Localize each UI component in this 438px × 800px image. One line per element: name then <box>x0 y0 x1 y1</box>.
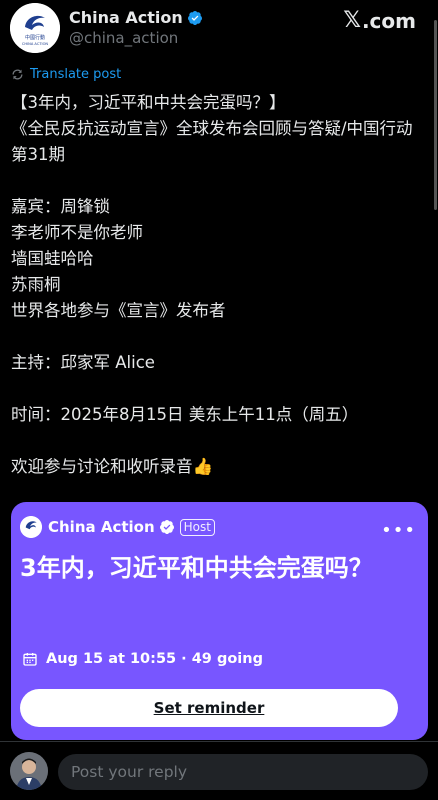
post-line: 欢迎参与讨论和收听录音👍 <box>11 457 214 476</box>
post-line: 主持：邱家军 Alice <box>11 353 155 372</box>
set-reminder-button[interactable]: Set reminder <box>20 689 398 727</box>
space-host-name: China Action <box>48 518 155 536</box>
user-avatar[interactable] <box>10 752 48 790</box>
avatar-text-bottom: CHINA ACTION <box>22 42 49 46</box>
post-line-gap <box>11 324 426 350</box>
post-line: 【3年内，习近平和中共会完蛋吗？】 <box>11 93 286 112</box>
translate-label[interactable]: Translate post <box>30 67 121 82</box>
translate-icon <box>12 69 23 80</box>
space-schedule: Aug 15 at 10:55 · 49 going <box>22 651 263 667</box>
space-card[interactable]: China Action Host ••• 3年内，习近平和中共会完蛋吗？ Au… <box>11 502 428 740</box>
more-dots-icon[interactable]: ••• <box>381 520 416 541</box>
post-line: 苏雨桐 <box>11 275 61 294</box>
post-line: 世界各地参与《宣言》发布者 <box>11 301 226 320</box>
author-handle[interactable]: @china_action <box>69 29 178 47</box>
x-domain-text: .com <box>361 8 416 33</box>
post-header: 中國行動 CHINA ACTION China Action @china_ac… <box>0 0 438 62</box>
post-line: 李老师不是你老师 <box>11 223 143 242</box>
post-line-gap <box>11 168 426 194</box>
author-name-row[interactable]: China Action <box>69 8 203 27</box>
china-action-logo-icon <box>20 516 42 538</box>
avatar-text-top: 中國行動 <box>25 34 45 41</box>
post-text: 【3年内，习近平和中共会完蛋吗？】 《全民反抗运动宣言》全球发布会回顾与答疑/中… <box>11 90 426 480</box>
calendar-icon <box>23 653 37 666</box>
host-badge: Host <box>179 518 215 536</box>
china-action-logo-icon: 中國行動 CHINA ACTION <box>10 3 60 53</box>
space-title: 3年内，习近平和中共会完蛋吗？ <box>20 554 373 582</box>
scrollbar[interactable] <box>434 20 437 210</box>
x-logo-link[interactable]: 𝕏 .com <box>343 8 416 33</box>
post-line: 嘉宾：周锋锁 <box>11 197 110 216</box>
reply-input[interactable] <box>58 754 428 790</box>
verified-badge-icon <box>159 520 174 534</box>
post-line-gap <box>11 428 426 454</box>
space-host-row: China Action Host <box>20 516 215 538</box>
post-line-gap <box>11 376 426 402</box>
translate-post-link[interactable]: Translate post <box>11 67 121 82</box>
author-name[interactable]: China Action <box>69 8 183 27</box>
user-photo-icon <box>10 752 48 790</box>
post-line: 时间：2025年8月15日 美东上午11点（周五） <box>11 405 359 424</box>
verified-badge-icon <box>187 10 202 25</box>
author-avatar[interactable]: 中國行動 CHINA ACTION <box>10 3 60 53</box>
post-line: 《全民反抗运动宣言》全球发布会回顾与答疑/中国行动 第31期 <box>11 119 413 164</box>
x-logo-icon: 𝕏 <box>343 8 361 33</box>
post-line: 墙国蛙哈哈 <box>11 249 94 268</box>
reply-divider <box>0 741 438 742</box>
space-host-avatar <box>20 516 42 538</box>
space-meta-text: Aug 15 at 10:55 · 49 going <box>46 651 263 667</box>
